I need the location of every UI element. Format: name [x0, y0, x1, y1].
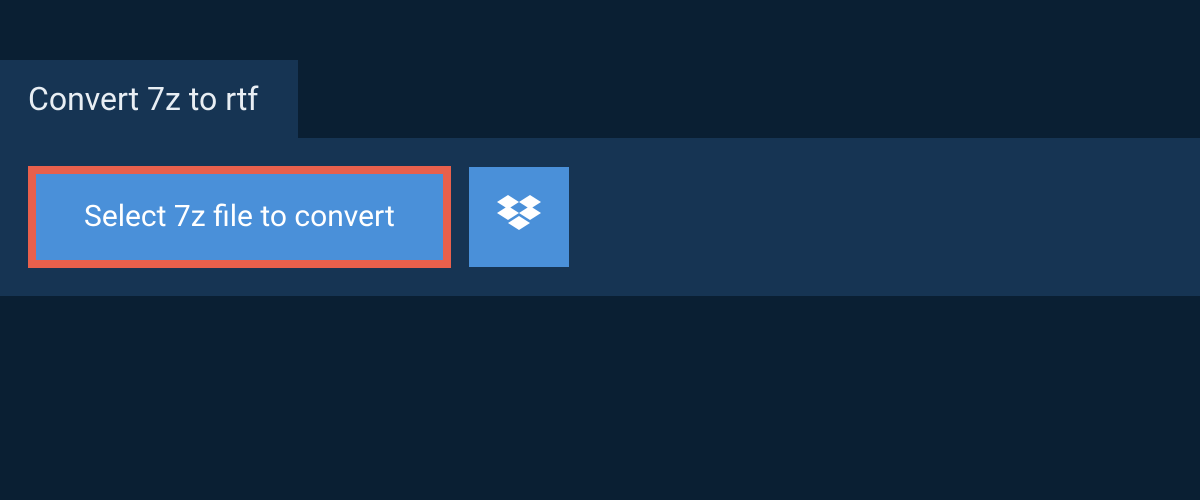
page-title-tab: Convert 7z to rtf [0, 60, 298, 138]
select-file-button[interactable]: Select 7z file to convert [28, 166, 451, 268]
upload-panel: Select 7z file to convert [0, 138, 1200, 296]
dropbox-icon [497, 195, 541, 239]
page-title: Convert 7z to rtf [28, 80, 258, 118]
dropbox-button[interactable] [469, 167, 569, 267]
select-file-label: Select 7z file to convert [84, 202, 395, 232]
